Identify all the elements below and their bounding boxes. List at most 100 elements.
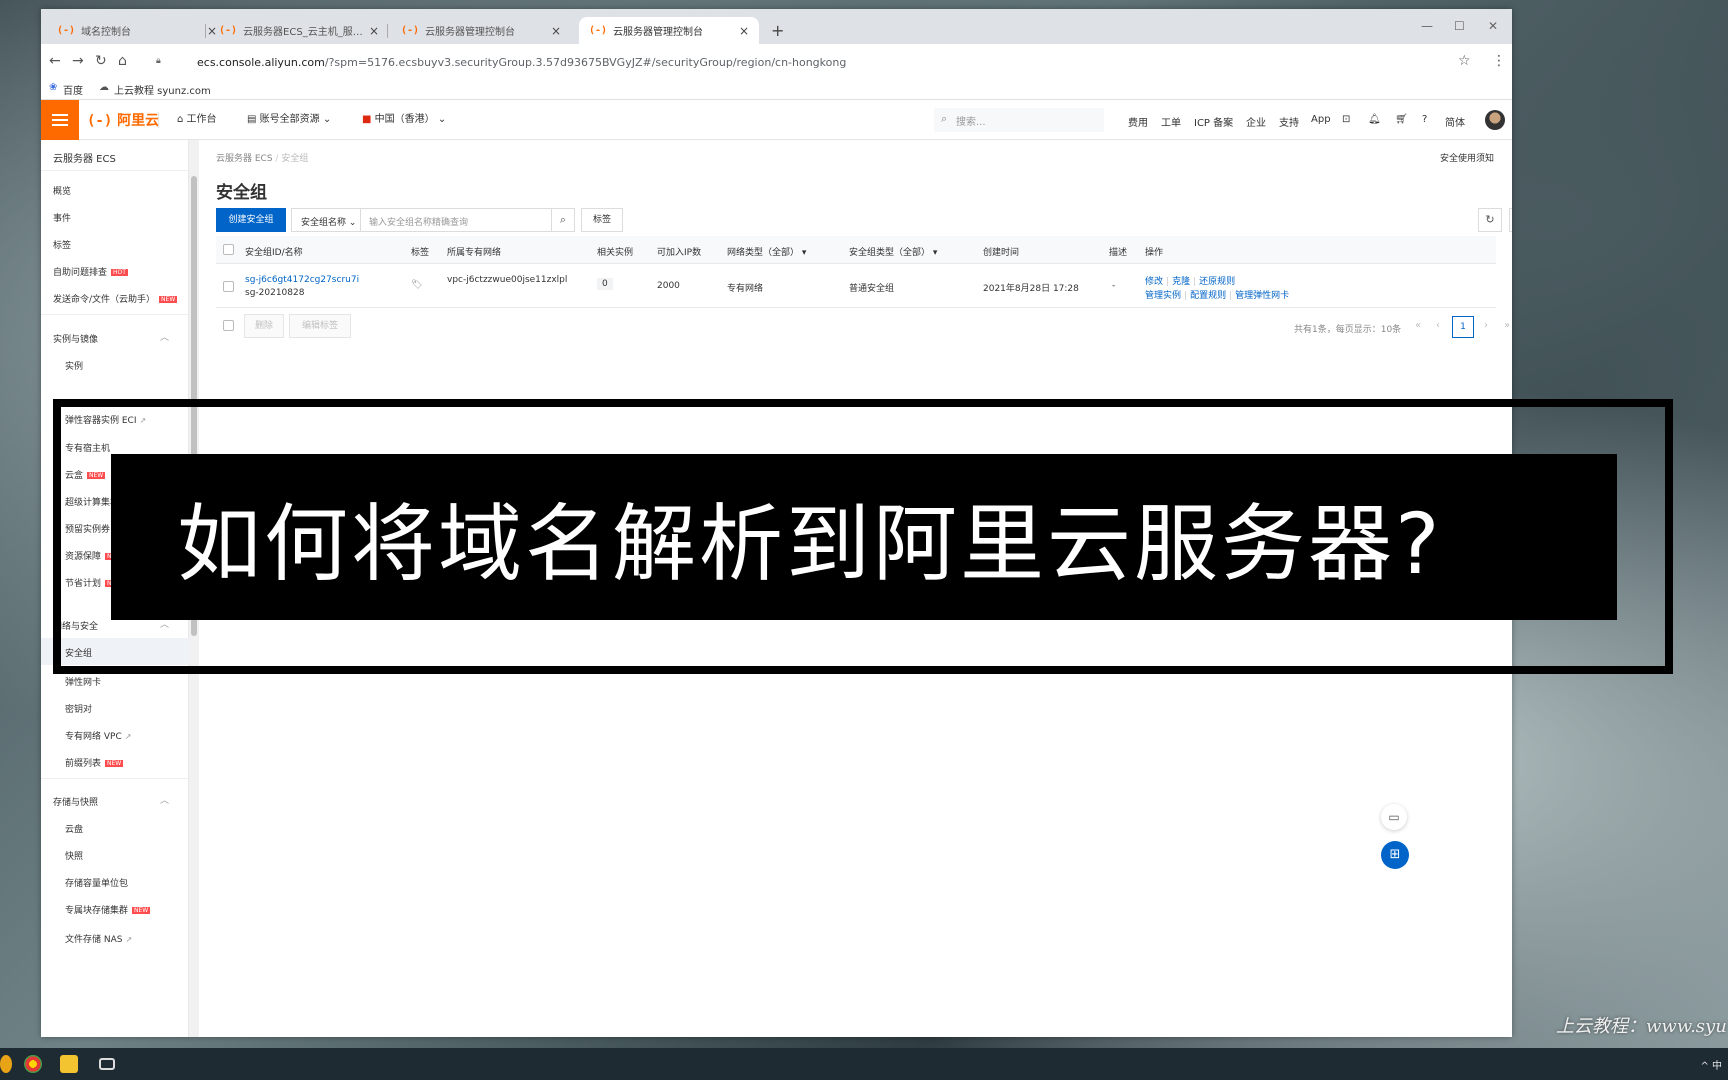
security-notice-link[interactable]: 安全使用须知 (1440, 151, 1494, 164)
next-page-icon[interactable]: › (1484, 320, 1488, 331)
app-grid-icon[interactable]: ⊞ (1381, 841, 1409, 869)
start-icon[interactable] (0, 1055, 12, 1073)
sidebar-item-vpc[interactable]: 专有网络 VPC ↗ (65, 729, 131, 742)
create-security-group-button[interactable]: 创建安全组 (216, 208, 286, 232)
filter-select-label: 安全组名称 (301, 218, 347, 228)
sidebar-item-nas[interactable]: 文件存储 NAS ↗ (65, 932, 132, 945)
tab-ecs-console-active[interactable]: (-) 云服务器管理控制台 × (579, 17, 759, 44)
tab-ecs-console[interactable]: (-) 云服务器管理控制台 × (391, 17, 571, 44)
url-host: ecs.console.aliyun.com (197, 55, 325, 69)
chevron-up-icon[interactable]: ︿ (160, 793, 169, 806)
tab-ecs-product[interactable]: (-) 云服务器ECS_云主机_服务器托管 × (209, 17, 389, 44)
maximize-icon[interactable]: ☐ (1454, 19, 1465, 33)
sidebar-item-disks[interactable]: 云盘 (65, 822, 83, 835)
refresh-icon[interactable]: ↻ (1478, 208, 1502, 232)
sidebar-item-key-pairs[interactable]: 密钥对 (65, 702, 92, 715)
cart-icon[interactable]: 🛒︎ (1395, 114, 1408, 125)
bookmark-baidu[interactable]: 百度 (63, 82, 83, 97)
security-group-id-link[interactable]: sg-j6c6gt4172cg27scru7i (245, 275, 359, 285)
sidebar-group-instances-images[interactable]: 实例与镜像 (53, 332, 98, 345)
forward-arrow-icon[interactable]: → (72, 53, 84, 69)
language-switch[interactable]: 简体 (1445, 114, 1465, 129)
aliyun-logo[interactable]: (-) 阿里云 (87, 110, 159, 130)
tab-domain-console[interactable]: (-) 域名控制台 × (47, 17, 227, 44)
manage-eni-link[interactable]: 管理弹性网卡 (1235, 291, 1289, 301)
tab-separator (205, 24, 206, 38)
back-arrow-icon[interactable]: ← (49, 53, 61, 69)
column-network-type[interactable]: 网络类型（全部） ▾ (727, 245, 806, 258)
header-link-tickets[interactable]: 工单 (1161, 114, 1181, 129)
sidebar-item-dedicated-block-storage[interactable]: 专属块存储集群 NEW (65, 903, 151, 916)
sidebar-item-overview[interactable]: 概览 (53, 184, 71, 197)
first-page-icon[interactable]: « (1415, 320, 1421, 331)
restore-rules-link[interactable]: 还原规则 (1199, 277, 1235, 287)
global-search-input[interactable]: ⌕ 搜索... (934, 108, 1104, 132)
help-icon[interactable]: ? (1422, 114, 1427, 125)
window-close-icon[interactable]: ✕ (1488, 19, 1498, 33)
sidebar-item-troubleshoot[interactable]: 自助问题排查 HOT (53, 265, 128, 278)
chrome-icon[interactable] (24, 1055, 42, 1073)
clone-link[interactable]: 克隆 (1172, 277, 1190, 287)
close-icon[interactable]: × (739, 24, 749, 38)
bulk-select-checkbox[interactable] (223, 320, 234, 331)
sidebar-group-storage-snapshots[interactable]: 存储与快照 (53, 795, 98, 808)
avatar[interactable] (1485, 110, 1505, 130)
chevron-up-icon[interactable]: ︿ (160, 330, 169, 343)
tag-filter-button[interactable]: 标签 (581, 208, 623, 232)
tag-icon[interactable]: 🏷︎ (411, 280, 422, 290)
search-icon[interactable]: ⌕ (551, 208, 575, 232)
sidebar-item-events[interactable]: 事件 (53, 211, 71, 224)
terminal-icon[interactable]: ⊡ (1342, 114, 1350, 125)
account-resources-dropdown[interactable]: ▤ 账号全部资源 ⌄ (247, 110, 331, 125)
header-link-icp[interactable]: ICP 备案 (1194, 114, 1233, 129)
sidebar-item-tags[interactable]: 标签 (53, 238, 71, 251)
folder-icon[interactable] (60, 1055, 78, 1073)
header-link-enterprise[interactable]: 企业 (1246, 114, 1266, 129)
bookmark-syunz[interactable]: 上云教程 syunz.com (114, 82, 211, 97)
workbench-button[interactable]: ⌂ 工作台 (177, 110, 217, 125)
home-icon[interactable]: ⌂ (118, 53, 127, 69)
manage-instances-link[interactable]: 管理实例 (1145, 291, 1181, 301)
configure-rules-link[interactable]: 配置规则 (1190, 291, 1226, 301)
sidebar-item-cloud-assistant[interactable]: 发送命令/文件（云助手） NEW (53, 292, 178, 305)
close-icon[interactable]: × (369, 24, 379, 38)
chevron-down-icon: ⌄ (322, 114, 332, 125)
camera-icon[interactable] (99, 1058, 115, 1070)
edit-tags-button[interactable]: 编辑标签 (289, 314, 351, 338)
page-number-current[interactable]: 1 (1452, 316, 1474, 338)
reload-icon[interactable]: ↻ (95, 53, 107, 69)
modify-link[interactable]: 修改 (1145, 277, 1163, 287)
row-checkbox[interactable] (223, 281, 234, 292)
column-sg-type[interactable]: 安全组类型（全部） ▾ (849, 245, 937, 258)
related-instances-count[interactable]: 0 (597, 278, 613, 290)
sidebar-item-snapshots[interactable]: 快照 (65, 849, 83, 862)
sidebar-item-prefix-lists[interactable]: 前缀列表 NEW (65, 756, 124, 769)
select-all-checkbox[interactable] (223, 244, 234, 255)
sidebar-item-storage-capacity-units[interactable]: 存储容量单位包 (65, 876, 128, 889)
filter-field-select[interactable]: 安全组名称 ⌄ (291, 208, 361, 232)
breadcrumb-root[interactable]: 云服务器 ECS (216, 154, 273, 164)
url-input[interactable]: ecs.console.aliyun.com/?spm=5176.ecsbuyv… (149, 49, 1509, 75)
more-menu-icon[interactable]: ⋮ (1492, 53, 1506, 69)
new-tab-button[interactable]: + (771, 21, 784, 40)
header-link-support[interactable]: 支持 (1279, 114, 1299, 129)
delete-button[interactable]: 删除 (244, 314, 284, 338)
lock-icon[interactable]: 🔒︎ (156, 56, 161, 66)
bell-icon[interactable]: 🔔︎ (1368, 114, 1381, 125)
hamburger-menu-icon[interactable] (41, 100, 79, 140)
header-link-fees[interactable]: 费用 (1128, 114, 1148, 129)
prev-page-icon[interactable]: ‹ (1436, 320, 1440, 331)
download-icon[interactable]: ⤓ (1509, 208, 1512, 232)
chat-icon[interactable]: ▭ (1381, 804, 1407, 830)
tab-title: 域名控制台 (81, 27, 132, 38)
close-icon[interactable]: × (551, 24, 561, 38)
region-dropdown[interactable]: ■ 中国（香港） ⌄ (362, 110, 446, 125)
header-link-app[interactable]: App (1311, 114, 1331, 125)
bookmark-star-icon[interactable]: ☆ (1458, 53, 1471, 69)
sidebar-item-instances[interactable]: 实例 (65, 359, 83, 372)
last-page-icon[interactable]: » (1504, 320, 1510, 331)
vpc-id[interactable]: vpc-j6ctzzwue00jse11zxlpl (447, 275, 567, 285)
sidebar-item-eni[interactable]: 弹性网卡 (65, 675, 101, 688)
filter-search-input[interactable]: 输入安全组名称精确查询 (360, 208, 552, 232)
minimize-icon[interactable]: — (1421, 19, 1433, 33)
